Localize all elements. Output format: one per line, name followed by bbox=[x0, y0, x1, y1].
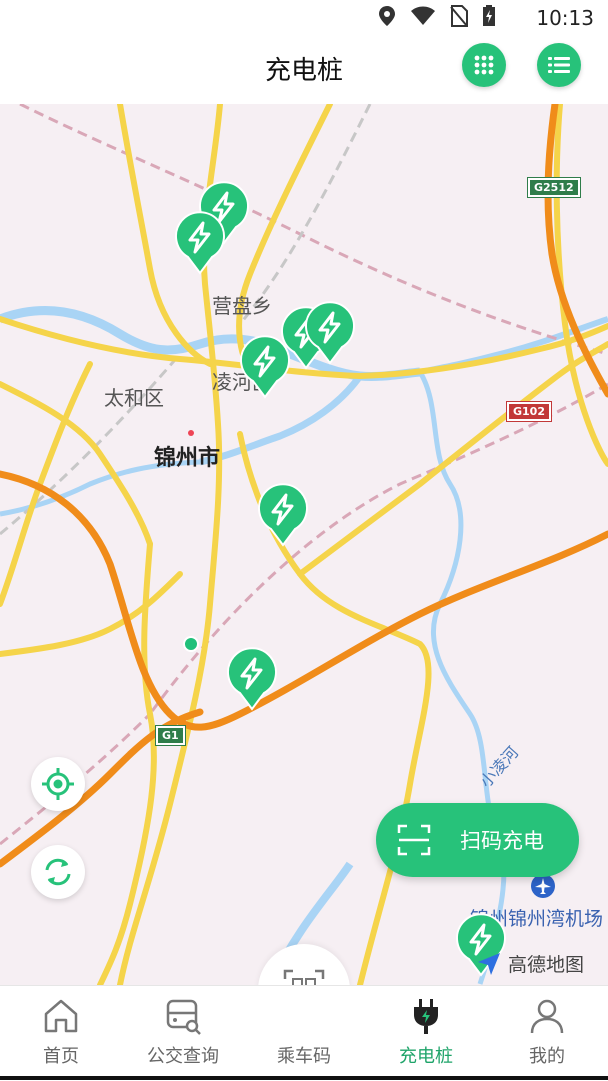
grid-icon bbox=[474, 55, 494, 75]
location-icon bbox=[379, 6, 395, 26]
refresh-button[interactable] bbox=[31, 845, 85, 899]
tab-mine[interactable]: 我的 bbox=[492, 986, 602, 1081]
locate-button[interactable] bbox=[31, 757, 85, 811]
status-bar: 10:13 bbox=[0, 0, 608, 34]
home-icon bbox=[44, 999, 78, 1033]
charging-station-marker[interactable] bbox=[174, 211, 226, 275]
battery-charging-icon bbox=[483, 5, 495, 26]
road-badge-g102: G102 bbox=[506, 401, 552, 422]
tab-bus-query-label: 公交查询 bbox=[147, 1046, 219, 1067]
status-icons bbox=[378, 5, 496, 27]
tab-ride-code[interactable]: 乘车码 bbox=[249, 986, 359, 1081]
wifi-icon bbox=[411, 6, 435, 25]
tab-charging[interactable]: 充电桩 bbox=[371, 986, 481, 1081]
charging-station-icon bbox=[227, 647, 277, 711]
user-icon bbox=[530, 999, 564, 1034]
status-time: 10:13 bbox=[536, 6, 594, 30]
charging-station-icon bbox=[258, 483, 308, 547]
plug-icon bbox=[414, 999, 438, 1034]
map-view[interactable]: 营盘乡 凌河区 太和区 锦州市 G2512 G102 G1 小凌河 锦州锦州湾机… bbox=[0, 104, 608, 985]
map-logo-text: 高德地图 bbox=[508, 954, 585, 976]
page-title: 充电桩 bbox=[264, 56, 343, 86]
refresh-icon bbox=[45, 858, 71, 886]
scan-charge-button[interactable]: 扫码充电 bbox=[376, 803, 579, 877]
grid-button[interactable] bbox=[462, 43, 506, 87]
system-nav-bar bbox=[0, 1076, 608, 1080]
bus-icon bbox=[166, 999, 201, 1035]
airport-icon bbox=[531, 874, 555, 898]
tab-home-label: 首页 bbox=[43, 1046, 79, 1067]
charging-station-marker[interactable] bbox=[226, 647, 278, 711]
amap-arrow-icon bbox=[478, 952, 500, 975]
list-icon bbox=[548, 57, 570, 73]
tab-home[interactable]: 首页 bbox=[6, 986, 116, 1081]
charging-station-marker[interactable] bbox=[304, 301, 356, 365]
tab-charging-label: 充电桩 bbox=[399, 1046, 453, 1067]
place-label-taihe: 太和区 bbox=[104, 386, 164, 410]
charging-station-icon bbox=[175, 211, 225, 275]
charging-station-icon bbox=[305, 301, 355, 365]
road-badge-g1: G1 bbox=[155, 725, 186, 746]
road-badge-g2512: G2512 bbox=[527, 177, 581, 198]
tab-ride-code-label: 乘车码 bbox=[277, 1046, 331, 1067]
header: 充电桩 bbox=[0, 34, 608, 104]
scan-charge-label: 扫码充电 bbox=[460, 829, 544, 853]
charging-station-marker[interactable] bbox=[257, 483, 309, 547]
bottom-tab-bar: 首页 公交查询 乘车码 充电桩 我的 bbox=[0, 985, 608, 1081]
place-label-jinzhou: 锦州市 bbox=[154, 446, 221, 471]
list-button[interactable] bbox=[537, 43, 581, 87]
place-label-yingpan: 营盘乡 bbox=[212, 294, 272, 318]
scan-icon bbox=[397, 824, 431, 856]
no-sim-icon bbox=[450, 5, 468, 27]
map-logo: 高德地图 bbox=[476, 950, 584, 977]
tab-mine-label: 我的 bbox=[529, 1046, 565, 1067]
locate-icon bbox=[42, 768, 74, 800]
tab-bus-query[interactable]: 公交查询 bbox=[128, 986, 238, 1081]
